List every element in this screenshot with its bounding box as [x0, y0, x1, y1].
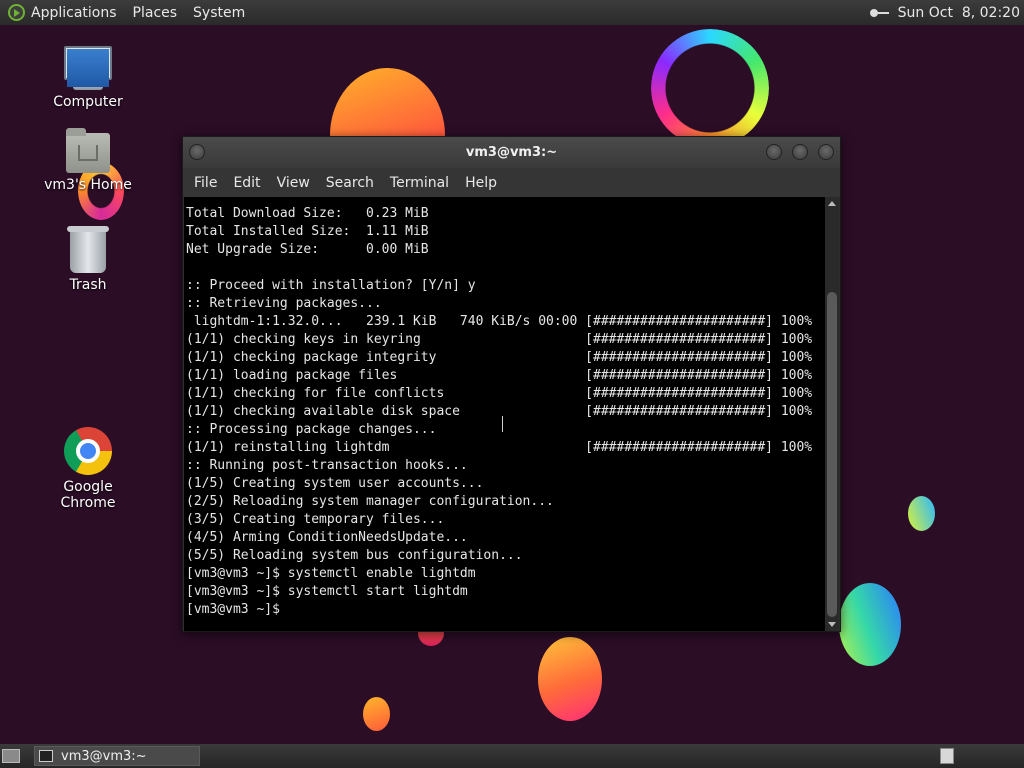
- maximize-button[interactable]: [792, 144, 808, 160]
- distro-logo-icon[interactable]: [8, 4, 25, 21]
- terminal-scrollbar[interactable]: [825, 197, 839, 631]
- terminal-line: [vm3@vm3 ~]$ systemctl enable lightdm: [186, 566, 476, 581]
- wallpaper-small-green-blob: [908, 496, 935, 531]
- desktop-icon-chrome[interactable]: Google Chrome: [38, 427, 138, 511]
- terminal-line: Total Installed Size: 1.11 MiB: [186, 224, 429, 239]
- menu-search[interactable]: Search: [318, 175, 382, 191]
- taskbar-window-label: vm3@vm3:~: [61, 748, 147, 764]
- desktop-icon-computer[interactable]: Computer: [38, 46, 138, 110]
- places-menu[interactable]: Places: [133, 5, 178, 21]
- terminal-line: (3/5) Creating temporary files...: [186, 512, 445, 527]
- menu-file[interactable]: File: [186, 175, 225, 191]
- wallpaper-small-orange-blob: [363, 697, 390, 731]
- network-key-icon[interactable]: [869, 6, 890, 20]
- desktop-icon-label: Google Chrome: [60, 479, 116, 511]
- wallpaper-green-blue-blob: [839, 583, 901, 666]
- terminal-line: (1/1) loading package files [###########…: [186, 368, 813, 383]
- terminal-line: (1/1) checking package integrity [######…: [186, 350, 813, 365]
- terminal-line: :: Proceed with installation? [Y/n] y: [186, 278, 476, 293]
- menu-terminal[interactable]: Terminal: [382, 175, 457, 191]
- terminal-text[interactable]: Total Download Size: 0.23 MiB Total Insta…: [184, 197, 826, 619]
- terminal-menubar: File Edit View Search Terminal Help: [183, 168, 840, 197]
- chrome-icon: [64, 427, 112, 475]
- minimize-button[interactable]: [766, 144, 782, 160]
- scroll-thumb[interactable]: [827, 292, 837, 617]
- desktop-icon-home[interactable]: vm3's Home: [38, 128, 138, 193]
- terminal-line: Total Download Size: 0.23 MiB: [186, 206, 429, 221]
- terminal-line: (1/5) Creating system user accounts...: [186, 476, 484, 491]
- wallpaper-rainbow-ring: [651, 29, 769, 147]
- terminal-line: :: Retrieving packages...: [186, 296, 382, 311]
- trash-icon: [67, 226, 109, 273]
- terminal-line: (4/5) Arming ConditionNeedsUpdate...: [186, 530, 468, 545]
- terminal-line: (1/1) checking keys in keyring [########…: [186, 332, 813, 347]
- terminal-line: lightdm-1:1.32.0... 239.1 KiB 740 KiB/s …: [186, 314, 813, 329]
- workspace-switcher[interactable]: [940, 748, 954, 764]
- menu-edit[interactable]: Edit: [225, 175, 268, 191]
- terminal-line: [vm3@vm3 ~]$ systemctl start lightdm: [186, 584, 468, 599]
- scroll-down-arrow-icon[interactable]: [828, 622, 836, 627]
- wallpaper-orange-blob-bottom: [538, 637, 602, 721]
- terminal-line: (1/1) checking for file conflicts [#####…: [186, 386, 813, 401]
- scroll-up-arrow-icon[interactable]: [828, 201, 836, 206]
- system-menu[interactable]: System: [193, 5, 245, 21]
- applications-menu[interactable]: Applications: [31, 5, 117, 21]
- clock[interactable]: Sun Oct 8, 02:20: [898, 5, 1020, 21]
- window-menu-button[interactable]: [189, 144, 205, 160]
- terminal-line: (2/5) Reloading system manager configura…: [186, 494, 554, 509]
- desktop-icon-label: Trash: [69, 277, 107, 293]
- taskbar-window-button[interactable]: vm3@vm3:~: [34, 746, 200, 766]
- bottom-panel: vm3@vm3:~: [0, 744, 1024, 768]
- desktop-icon-trash[interactable]: Trash: [38, 226, 138, 293]
- home-folder-icon: [66, 128, 110, 173]
- show-desktop-icon[interactable]: [2, 749, 20, 763]
- terminal-line: (5/5) Reloading system bus configuration…: [186, 548, 523, 563]
- terminal-line: :: Running post-transaction hooks...: [186, 458, 468, 473]
- window-titlebar[interactable]: vm3@vm3:~: [183, 137, 840, 168]
- text-cursor-icon: [502, 416, 506, 432]
- terminal-line: :: Processing package changes...: [186, 422, 437, 437]
- computer-icon: [64, 46, 112, 90]
- menu-help[interactable]: Help: [457, 175, 505, 191]
- window-title: vm3@vm3:~: [465, 145, 558, 160]
- terminal-output[interactable]: Total Download Size: 0.23 MiB Total Insta…: [184, 197, 826, 631]
- terminal-line: [vm3@vm3 ~]$: [186, 602, 288, 617]
- top-panel-tray: Sun Oct 8, 02:20: [869, 0, 1020, 25]
- terminal-window[interactable]: vm3@vm3:~ File Edit View Search Terminal…: [182, 136, 841, 632]
- close-button[interactable]: [818, 144, 834, 160]
- terminal-line: (1/1) reinstalling lightdm [############…: [186, 440, 813, 455]
- terminal-line: Net Upgrade Size: 0.00 MiB: [186, 242, 429, 257]
- menu-view[interactable]: View: [269, 175, 318, 191]
- desktop-icon-label: Computer: [53, 94, 123, 110]
- terminal-line: (1/1) checking available disk space [###…: [186, 404, 813, 419]
- top-panel: Applications Places System Sun Oct 8, 02…: [0, 0, 1024, 25]
- terminal-icon: [39, 750, 53, 762]
- desktop-icon-label: vm3's Home: [44, 177, 132, 193]
